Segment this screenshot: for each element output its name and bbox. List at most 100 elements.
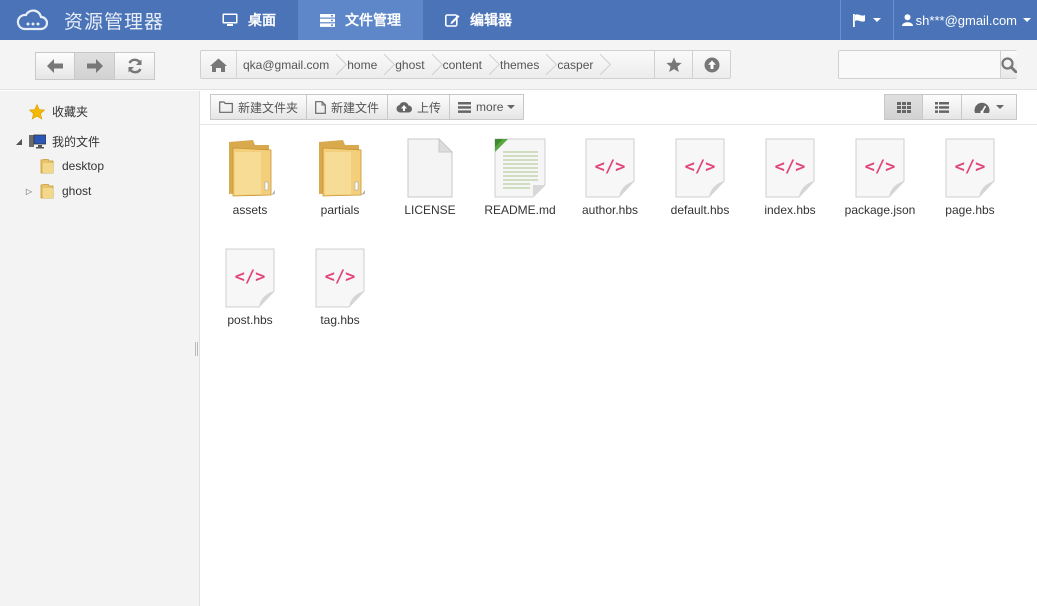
sidebar-item-label: 收藏夹 <box>52 105 89 119</box>
folder-outline-icon <box>219 101 233 113</box>
collapsed-triangle-icon[interactable]: ▷ <box>24 187 34 196</box>
breadcrumb-home[interactable] <box>201 51 237 78</box>
favorite-button[interactable] <box>654 51 692 78</box>
search-input[interactable] <box>839 51 1000 78</box>
chevron-down-icon <box>1023 18 1031 22</box>
breadcrumb-item[interactable]: home <box>341 51 389 78</box>
flag-icon <box>852 13 865 27</box>
breadcrumb-item[interactable]: ghost <box>389 51 436 78</box>
app-title: 资源管理器 <box>64 11 165 33</box>
text-file-icon <box>492 137 548 199</box>
sidebar-item-favorites[interactable]: 收藏夹 <box>28 103 88 120</box>
sidebar-item-label: desktop <box>62 159 105 173</box>
svg-text:</>: </> <box>685 157 716 177</box>
svg-text:</>: </> <box>865 157 896 177</box>
file-name: package.json <box>844 203 916 217</box>
code-file-icon: </> <box>672 137 728 199</box>
file-item[interactable]: LICENSE <box>385 137 475 227</box>
sidebar-item-desktop[interactable]: desktop <box>38 158 104 174</box>
sidebar-item-label: 我的文件 <box>52 135 101 149</box>
breadcrumb-item[interactable]: qka@gmail.com <box>237 51 341 78</box>
arrow-up-circle-icon <box>704 57 719 72</box>
tab-desktop-label: 桌面 <box>248 12 276 28</box>
file-item[interactable]: README.md <box>475 137 565 227</box>
edit-icon <box>445 13 460 27</box>
sidebar-item-label: ghost <box>62 184 92 198</box>
breadcrumb: qka@gmail.com home ghost content themes … <box>200 50 731 79</box>
file-name: author.hbs <box>581 203 639 217</box>
app-brand[interactable]: 资源管理器 <box>0 0 200 40</box>
chevron-down-icon <box>872 18 881 22</box>
arrow-left-icon <box>47 59 63 73</box>
arrow-right-icon <box>86 59 103 73</box>
user-email: sh***@gmail.com <box>915 12 1017 28</box>
top-navbar: 资源管理器 桌面 文件管理 编辑器 sh***@gmail.com <box>0 0 1037 40</box>
tab-desktop[interactable]: 桌面 <box>200 0 298 40</box>
home-icon <box>210 58 227 72</box>
parent-folder-button[interactable] <box>692 51 730 78</box>
upload-button[interactable]: 上传 <box>388 94 451 120</box>
breadcrumb-item[interactable]: themes <box>494 51 551 78</box>
svg-text:</>: </> <box>325 267 356 287</box>
tab-file-manager-label: 文件管理 <box>345 12 401 28</box>
file-item[interactable]: </> package.json <box>835 137 925 227</box>
file-item[interactable]: </> page.hbs <box>925 137 1015 227</box>
file-item[interactable]: </> default.hbs <box>655 137 745 227</box>
folder-icon <box>38 158 56 174</box>
file-item[interactable]: partials <box>295 137 385 227</box>
file-item[interactable]: assets <box>205 137 295 227</box>
file-name: page.hbs <box>945 203 995 217</box>
tab-editor[interactable]: 编辑器 <box>423 0 534 40</box>
flag-menu[interactable] <box>839 0 893 40</box>
file-item[interactable]: </> tag.hbs <box>295 247 385 337</box>
tab-file-manager[interactable]: 文件管理 <box>298 0 423 40</box>
panel-resize-handle[interactable] <box>195 342 198 356</box>
file-item[interactable]: </> index.hbs <box>745 137 835 227</box>
computer-icon <box>28 134 46 150</box>
dashboard-menu-button[interactable] <box>962 94 1017 120</box>
star-icon <box>28 103 46 120</box>
file-name: partials <box>320 203 360 217</box>
folder-icon <box>312 137 368 199</box>
grid-view-button[interactable] <box>884 94 923 120</box>
search-box <box>838 50 1017 79</box>
sidebar-tree: 收藏夹 ◢ 我的文件 desktop ▷ ghost <box>0 91 200 606</box>
breadcrumb-item[interactable]: casper <box>551 51 605 78</box>
file-outline-icon <box>315 100 326 114</box>
file-name: default.hbs <box>670 203 730 217</box>
svg-text:</>: </> <box>775 157 806 177</box>
list-view-button[interactable] <box>923 94 962 120</box>
server-icon <box>320 13 335 27</box>
more-menu-button[interactable]: more <box>450 94 525 120</box>
file-name: LICENSE <box>404 203 456 217</box>
view-switcher <box>884 94 1017 120</box>
file-item[interactable]: </> author.hbs <box>565 137 655 227</box>
monitor-icon <box>222 13 238 27</box>
file-name: README.md <box>484 203 556 217</box>
refresh-icon <box>127 58 142 74</box>
cloud-upload-icon <box>396 102 413 113</box>
code-file-icon: </> <box>942 137 998 199</box>
expanded-triangle-icon[interactable]: ◢ <box>14 137 24 146</box>
blank-file-icon <box>402 137 458 199</box>
sidebar-item-my-files[interactable]: ◢ 我的文件 <box>14 133 100 150</box>
svg-text:</>: </> <box>235 267 266 287</box>
folder-icon <box>38 183 56 199</box>
new-folder-button[interactable]: 新建文件夹 <box>210 94 308 120</box>
tab-editor-label: 编辑器 <box>470 12 512 28</box>
breadcrumb-item[interactable]: content <box>437 51 494 78</box>
code-file-icon: </> <box>222 247 278 309</box>
user-menu[interactable]: sh***@gmail.com <box>892 0 1037 40</box>
chevron-down-icon <box>996 105 1004 109</box>
search-button[interactable] <box>1000 51 1017 78</box>
forward-button[interactable] <box>75 52 115 80</box>
sidebar-item-ghost[interactable]: ▷ ghost <box>24 183 91 199</box>
file-name: post.hbs <box>227 313 273 327</box>
dashboard-icon <box>974 102 990 113</box>
new-file-button[interactable]: 新建文件 <box>307 94 389 120</box>
code-file-icon: </> <box>852 137 908 199</box>
file-item[interactable]: </> post.hbs <box>205 247 295 337</box>
refresh-button[interactable] <box>115 52 155 80</box>
folder-icon <box>222 137 278 199</box>
back-button[interactable] <box>35 52 75 80</box>
